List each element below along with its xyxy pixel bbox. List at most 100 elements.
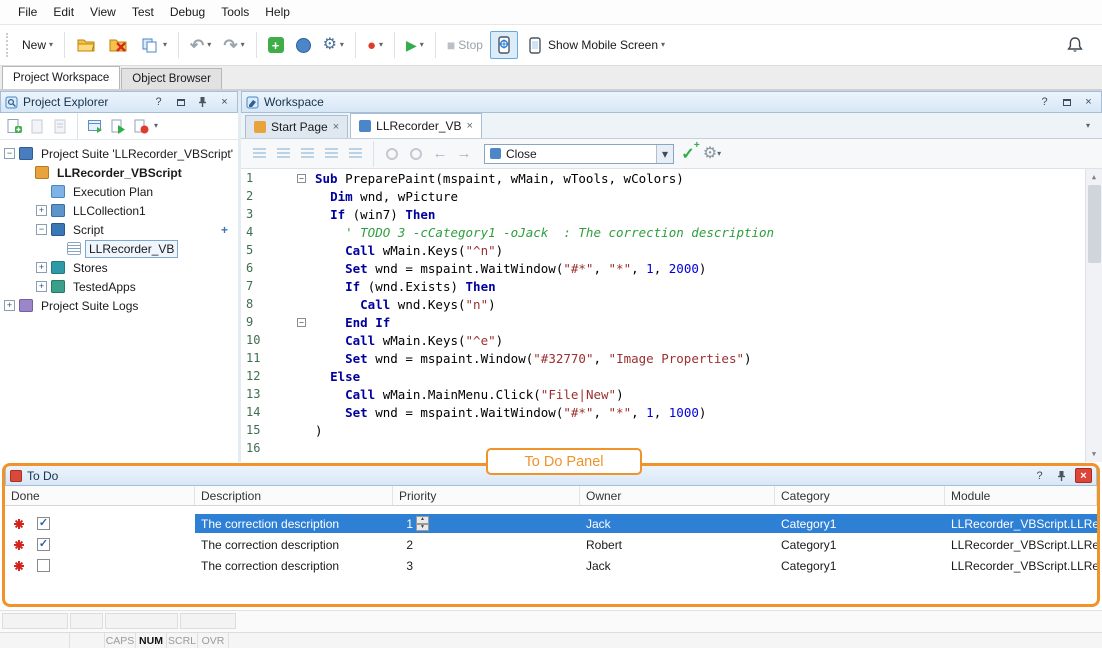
tree-item-label[interactable]: Project Suite Logs [37,297,142,315]
tree-item[interactable]: + Stores [0,258,238,277]
tree-item-label[interactable]: Project Suite 'LLRecorder_VBScript' [37,145,237,163]
open-item-button-disabled[interactable] [50,116,70,136]
add-item-button[interactable] [4,116,24,136]
tree-expand-toggle[interactable]: − [36,224,47,235]
tree-item[interactable]: +Project Suite Logs [0,296,238,315]
close-button[interactable]: × [216,95,233,110]
menu-item-view[interactable]: View [82,2,124,22]
tree-item-label[interactable]: Execution Plan [69,183,157,201]
help-button[interactable]: ? [1036,95,1053,110]
fold-toggle[interactable]: − [297,318,306,327]
editor-options-button[interactable]: ⚙▾ [702,145,722,163]
menu-item-test[interactable]: Test [124,2,162,22]
tree-item[interactable]: LLRecorder_VB [0,239,238,258]
done-checkbox[interactable]: ✓ [37,538,50,551]
close-file-button[interactable] [103,30,133,60]
outdent-button[interactable] [249,145,269,163]
done-checkbox[interactable] [37,559,50,572]
priority-spinner[interactable]: ▲▼ [416,516,429,531]
syntax-check-button[interactable]: ✓ [678,145,698,163]
tree-item[interactable]: − Script + [0,220,238,239]
maximize-button[interactable] [1058,95,1075,110]
todo-column-header-description[interactable]: Description [195,486,393,505]
record-test-button[interactable] [131,116,151,136]
close-tab-icon[interactable]: × [333,121,339,133]
routine-select-combo[interactable]: Close ▾ [484,144,674,164]
menu-item-file[interactable]: File [10,2,45,22]
indent-button[interactable] [273,145,293,163]
new-button[interactable]: New ▾ [17,30,58,60]
todo-column-header-done[interactable]: Done [5,486,195,505]
run-project-button[interactable] [108,116,128,136]
show-object-browser-button[interactable] [85,116,105,136]
tree-expand-toggle[interactable]: + [36,205,47,216]
tree-item[interactable]: − Project Suite 'LLRecorder_VBScript' [0,144,238,163]
save-all-button[interactable]: ▾ [135,30,172,60]
code-editor[interactable]: 1−Sub PreparePaint(mspaint, wMain, wTool… [241,169,1102,462]
todo-column-header-priority[interactable]: Priority [393,486,580,505]
tab-object-browser[interactable]: Object Browser [121,68,222,89]
comment-block-button[interactable] [345,145,365,163]
tab-project-workspace[interactable]: Project Workspace [2,66,120,89]
tree-item-label[interactable]: LLRecorder_VB [85,240,178,258]
align-left-button[interactable] [297,145,317,163]
scroll-up-icon[interactable]: ▲ [1086,169,1102,185]
todo-column-header-module[interactable]: Module [945,486,1097,505]
scrollbar-thumb[interactable] [1088,185,1101,263]
show-mobile-screen-button[interactable]: Show Mobile Screen ▾ [520,30,670,60]
record-button[interactable]: ● ▾ [362,30,388,60]
notifications-button[interactable] [1066,36,1084,55]
doc-tab-llrecorder_vb[interactable]: LLRecorder_VB× [350,113,482,138]
tree-item-label[interactable]: LLCollection1 [69,202,150,220]
refresh-button-disabled[interactable] [406,145,426,163]
tree-item-label[interactable]: LLRecorder_VBScript [53,164,186,182]
tree-expand-toggle[interactable]: + [36,262,47,273]
tree-item[interactable]: Execution Plan [0,182,238,201]
todo-column-header-owner[interactable]: Owner [580,486,775,505]
mobile-screen-toggle-button[interactable] [490,31,518,59]
todo-row[interactable]: ✓The correction description2RobertCatego… [5,535,1097,554]
tree-expand-toggle[interactable]: − [4,148,15,159]
todo-row[interactable]: The correction description3JackCategory1… [5,556,1097,575]
tree-item[interactable]: LLRecorder_VBScript [0,163,238,182]
done-checkbox[interactable]: ✓ [37,517,50,530]
menu-item-help[interactable]: Help [257,2,298,22]
tree-item[interactable]: + LLCollection1 [0,201,238,220]
help-button[interactable]: ? [1031,468,1048,483]
doc-tab-start-page[interactable]: Start Page× [245,115,348,138]
pin-button[interactable] [194,95,211,110]
undo-button[interactable]: ↶ ▾ [185,30,216,60]
close-tab-icon[interactable]: × [467,120,473,132]
tree-item-label[interactable]: Script [69,221,108,239]
doc-tab-list-button[interactable]: ▾ [1078,116,1098,136]
todo-row[interactable]: ✓The correction description1▲▼JackCatego… [5,514,1097,533]
open-file-button[interactable] [71,30,101,60]
organize-tests-button[interactable] [291,30,316,60]
tree-item-label[interactable]: TestedApps [69,278,140,296]
close-button[interactable]: × [1075,468,1092,483]
chevron-down-icon[interactable]: ▾ [656,145,673,163]
add-new-item-button[interactable]: + [263,30,289,60]
navigate-back-button[interactable]: ← [430,145,450,163]
spinner-down-icon[interactable]: ▼ [416,524,429,532]
todo-column-header-category[interactable]: Category [775,486,945,505]
menu-item-debug[interactable]: Debug [162,2,213,22]
align-center-button[interactable] [321,145,341,163]
options-button[interactable]: ⚙ ▾ [318,30,349,60]
add-script-unit-button[interactable]: + [221,223,228,237]
navigate-forward-button[interactable]: → [454,145,474,163]
help-button[interactable]: ? [150,95,167,110]
stop-button[interactable]: ■ Stop [442,30,488,60]
run-button[interactable]: ▶ ▾ [401,30,429,60]
sync-button-disabled[interactable] [382,145,402,163]
new-item-button-disabled[interactable] [27,116,47,136]
menu-item-tools[interactable]: Tools [213,2,257,22]
maximize-button[interactable] [172,95,189,110]
close-button[interactable]: × [1080,95,1097,110]
fold-toggle[interactable]: − [297,174,306,183]
pin-button[interactable] [1053,468,1070,483]
tree-item-label[interactable]: Stores [69,259,112,277]
editor-vertical-scrollbar[interactable]: ▲ ▼ [1085,169,1102,462]
tree-expand-toggle[interactable]: + [36,281,47,292]
redo-button[interactable]: ↷ ▾ [218,30,249,60]
